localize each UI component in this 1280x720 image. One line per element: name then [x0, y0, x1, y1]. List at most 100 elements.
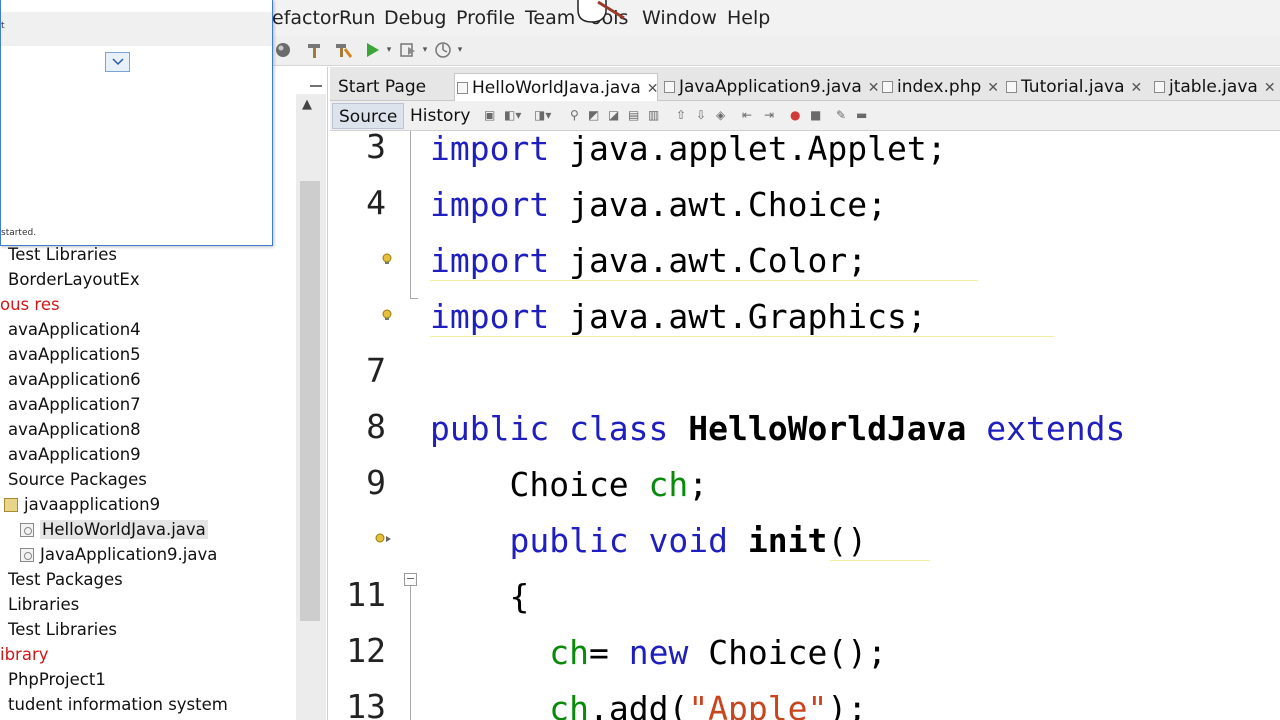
- tab-jtable-java[interactable]: jtable.java ✕: [1152, 73, 1280, 101]
- shift-left-icon[interactable]: ⇤: [742, 108, 752, 122]
- tab-tutorial-java[interactable]: Tutorial.java ✕: [1004, 73, 1150, 101]
- override-marker-icon[interactable]: [374, 533, 392, 545]
- scroll-up-icon[interactable]: ▲: [302, 97, 312, 112]
- mouse-cursor-icon: [577, 0, 625, 23]
- code-token: Choice: [430, 465, 649, 504]
- toggle-bookmark-icon[interactable]: ◈: [716, 108, 725, 122]
- toggle-highlight-icon[interactable]: ▥: [648, 108, 659, 122]
- shift-right-icon[interactable]: ⇥: [764, 108, 774, 122]
- clean-build-icon[interactable]: [332, 39, 354, 61]
- code-token: import: [430, 131, 550, 168]
- java-file-icon: [1006, 81, 1017, 93]
- forward-icon[interactable]: ◨▾: [534, 108, 551, 122]
- tree-item[interactable]: avaApplication8: [0, 418, 141, 442]
- close-icon[interactable]: ✕: [1131, 80, 1143, 96]
- code-token: extends: [966, 409, 1126, 448]
- editor-toolbar: Source History ▣ ◧▾ ◨▾ ⚲ ◩ ◪ ▤ ▥ ⇧ ⇩ ◈ ⇤…: [330, 101, 1280, 131]
- tree-item-label: Libraries: [8, 595, 80, 614]
- code-token: public class: [430, 409, 689, 448]
- line-number: 9: [366, 463, 386, 502]
- tree-item[interactable]: avaApplication6: [0, 368, 141, 392]
- chevron-down-icon[interactable]: ▾: [418, 39, 432, 61]
- hint-lightbulb-icon[interactable]: [381, 309, 393, 321]
- close-icon[interactable]: ✕: [1264, 80, 1276, 96]
- back-icon[interactable]: ◧▾: [504, 108, 521, 122]
- tree-item[interactable]: HelloWorldJava.java: [20, 518, 208, 542]
- hammer-icon[interactable]: [303, 39, 325, 61]
- source-tab[interactable]: Source: [332, 103, 405, 129]
- applet-status-text: started.: [1, 228, 37, 238]
- tree-item[interactable]: ous res: [0, 293, 60, 317]
- code-line: {: [430, 577, 529, 617]
- code-editor[interactable]: import java.applet.Applet; import java.aw…: [430, 131, 1280, 720]
- tree-scrollbar[interactable]: ▲: [296, 94, 326, 720]
- code-token: ch: [549, 689, 589, 720]
- tree-item[interactable]: PhpProject1: [0, 668, 106, 692]
- close-icon[interactable]: ✕: [868, 80, 880, 96]
- choice-dropdown[interactable]: [105, 52, 130, 72]
- fold-guide: [410, 298, 418, 299]
- menu-debug[interactable]: Debug: [384, 7, 446, 29]
- tab-label: HelloWorldJava.java: [472, 78, 641, 98]
- hint-lightbulb-icon[interactable]: [381, 253, 393, 265]
- editor-tab-bar: Start Page HelloWorldJava.java ✕ JavaAppl…: [330, 67, 1280, 101]
- next-bookmark-icon[interactable]: ⇩: [696, 108, 706, 122]
- tree-item-label: avaApplication9: [8, 445, 141, 464]
- scrollbar-thumb[interactable]: [300, 181, 320, 621]
- tree-item[interactable]: Libraries: [0, 593, 79, 617]
- run-icon[interactable]: [361, 39, 383, 61]
- tree-item[interactable]: avaApplication5: [0, 343, 141, 367]
- profile-icon[interactable]: [432, 39, 454, 61]
- minimize-icon[interactable]: [272, 75, 324, 95]
- tree-item[interactable]: Test Libraries: [0, 618, 117, 642]
- tree-item[interactable]: javaapplication9: [4, 493, 160, 517]
- code-token: java.awt.Choice;: [549, 185, 887, 224]
- previous-bookmark-icon[interactable]: ⇧: [676, 108, 686, 122]
- comment-icon[interactable]: ✎: [836, 108, 846, 122]
- find-selection-icon[interactable]: ▤: [628, 108, 639, 122]
- tree-item[interactable]: avaApplication9: [0, 443, 141, 467]
- menu-run[interactable]: Run: [339, 7, 375, 29]
- tree-item[interactable]: avaApplication7: [0, 393, 141, 417]
- java-file-icon: [20, 523, 34, 537]
- tree-item[interactable]: avaApplication4: [0, 318, 141, 342]
- chevron-down-icon[interactable]: ▾: [453, 39, 467, 61]
- tree-item-label: javaapplication9: [24, 495, 161, 514]
- menu-profile[interactable]: Profile: [456, 7, 515, 29]
- find-next-icon[interactable]: ◪: [608, 108, 619, 122]
- code-line: import java.applet.Applet;: [430, 131, 947, 169]
- tab-start-page[interactable]: Start Page: [336, 73, 452, 101]
- code-token: ;: [688, 465, 709, 504]
- tree-item-label: ous res: [0, 295, 60, 314]
- tree-item[interactable]: BorderLayoutEx: [0, 268, 140, 292]
- line-number-gutter: 3 4 7 8 9 11 12 13: [330, 127, 410, 720]
- fold-collapse-icon[interactable]: −: [404, 573, 417, 586]
- tree-item[interactable]: Test Libraries: [0, 243, 117, 267]
- tree-item[interactable]: ibrary: [0, 643, 49, 667]
- record-macro-icon[interactable]: ●: [790, 108, 800, 122]
- tab-javaapplication9[interactable]: JavaApplication9.java ✕: [662, 73, 879, 101]
- history-tab[interactable]: History: [404, 103, 476, 129]
- menu-help[interactable]: Help: [727, 7, 770, 29]
- tree-item[interactable]: tudent information system: [0, 693, 228, 717]
- code-token: {: [430, 577, 530, 616]
- globe-icon[interactable]: [272, 39, 294, 61]
- tab-index-php[interactable]: index.php ✕: [880, 73, 1002, 101]
- find-previous-icon[interactable]: ◩: [588, 108, 599, 122]
- menu-refactor[interactable]: efactor: [272, 7, 339, 29]
- debug-icon[interactable]: [397, 39, 419, 61]
- find-icon[interactable]: ⚲: [570, 108, 579, 122]
- line-number: 11: [346, 575, 386, 614]
- close-icon[interactable]: ✕: [647, 81, 659, 97]
- uncomment-icon[interactable]: ▬: [856, 108, 867, 122]
- chevron-down-icon[interactable]: ▾: [382, 39, 396, 61]
- stop-macro-icon[interactable]: ■: [810, 108, 821, 122]
- tree-item[interactable]: JavaApplication9.java: [20, 543, 217, 567]
- menu-window[interactable]: Window: [642, 7, 717, 29]
- close-icon[interactable]: ✕: [987, 80, 999, 96]
- tab-helloworldjava[interactable]: HelloWorldJava.java ✕: [454, 73, 658, 101]
- tree-item[interactable]: Source Packages: [0, 468, 147, 492]
- last-edit-icon[interactable]: ▣: [484, 108, 495, 122]
- code-token: java.awt.Color;: [549, 241, 868, 280]
- tree-item[interactable]: Test Packages: [0, 568, 123, 592]
